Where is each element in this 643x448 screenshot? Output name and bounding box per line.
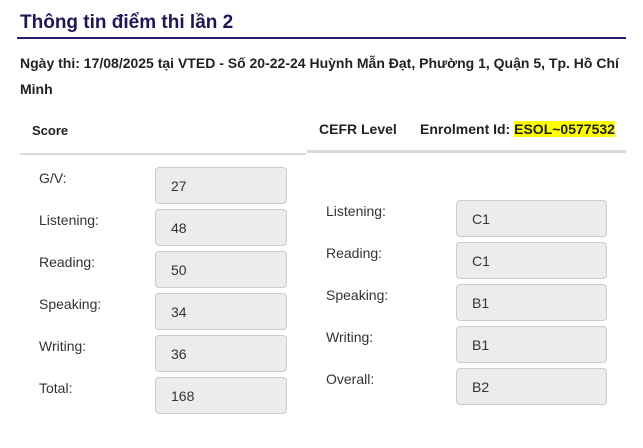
cefr-label-reading: Reading: xyxy=(326,245,383,261)
page-title: Thông tin điểm thi lần 2 xyxy=(20,12,234,33)
cefr-value-listening: C1 xyxy=(456,200,607,237)
score-value-reading: 50 xyxy=(155,251,287,288)
score-header: Score xyxy=(32,123,69,138)
title-divider xyxy=(17,37,626,39)
score-label-reading: Reading: xyxy=(39,254,96,270)
score-value-speaking: 34 xyxy=(155,293,287,330)
score-label-writing: Writing: xyxy=(39,338,87,354)
cefr-value-writing: B1 xyxy=(456,326,607,363)
cefr-label-speaking: Speaking: xyxy=(326,287,389,303)
enrolment-block: Enrolment Id: ESOL~0577532 xyxy=(420,121,615,137)
score-value-total: 168 xyxy=(155,377,287,414)
cefr-label-overall: Overall: xyxy=(326,371,375,387)
score-label-total: Total: xyxy=(39,380,73,396)
cefr-divider xyxy=(307,150,626,153)
enrolment-label: Enrolment Id: xyxy=(420,121,511,137)
score-label-listening: Listening: xyxy=(39,212,99,228)
cefr-value-overall: B2 xyxy=(456,368,607,405)
score-value-listening: 48 xyxy=(155,209,287,246)
score-divider xyxy=(20,153,306,155)
cefr-label-listening: Listening: xyxy=(326,203,386,219)
score-label-speaking: Speaking: xyxy=(39,296,102,312)
score-value-writing: 36 xyxy=(155,335,287,372)
exam-info: Ngày thi: 17/08/2025 tại VTED - Số 20-22… xyxy=(20,55,619,97)
score-value-gv: 27 xyxy=(155,167,287,204)
score-label-gv: G/V: xyxy=(39,170,67,186)
cefr-value-speaking: B1 xyxy=(456,284,607,321)
cefr-header: CEFR Level xyxy=(319,121,397,137)
cefr-value-reading: C1 xyxy=(456,242,607,279)
cefr-label-writing: Writing: xyxy=(326,329,374,345)
enrolment-id: ESOL~0577532 xyxy=(514,121,615,137)
